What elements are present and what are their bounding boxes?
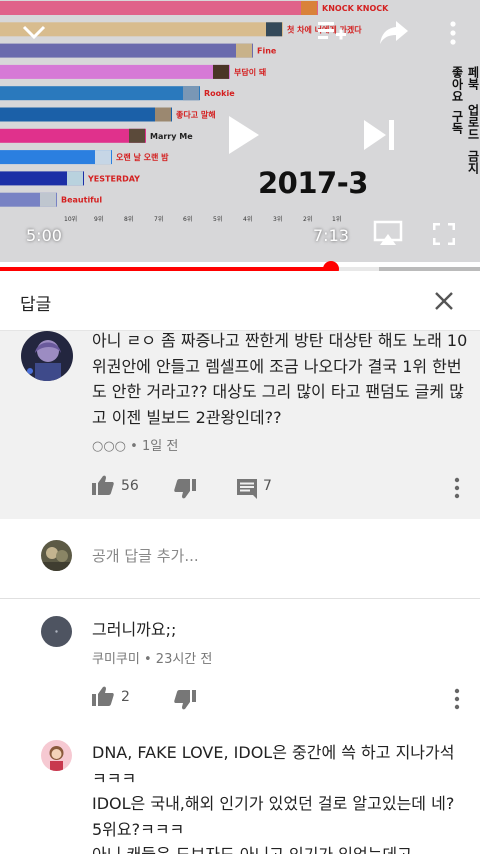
- chart-tick-label: 1위: [332, 216, 342, 223]
- chart-bar-thumbnail: [266, 22, 282, 37]
- reply-text: DNA, FAKE LOVE, IDOL은 중간에 쓱 하고 지나가석ㅋㅋㅋ I…: [92, 743, 455, 854]
- side-menu-upload: 페북 업로드 금지: [466, 66, 480, 174]
- chart-bar-thumbnail: [67, 171, 83, 186]
- chart-bar: [0, 128, 146, 143]
- add-reply-row[interactable]: 공개 답글 추가...: [0, 519, 480, 599]
- video-player[interactable]: KNOCK KNOCK첫 차에 너에게 가겠다Fine부담이 돼Rookie좋다…: [0, 0, 480, 262]
- reply-text: 그러니까요;;: [92, 620, 177, 639]
- chart-bar-label: 좋다고 말해: [176, 110, 216, 120]
- chart-bar: [0, 86, 200, 101]
- current-time: 5:00: [26, 226, 62, 245]
- duration: 7:13: [313, 226, 349, 245]
- comment-author[interactable]: ○○○: [92, 439, 126, 454]
- chart-bar: [0, 107, 172, 122]
- chart-bar-thumbnail: [301, 1, 317, 15]
- chart-bar-thumbnail: [40, 192, 56, 207]
- avatar[interactable]: [41, 740, 72, 771]
- reply-item: 그러니까요;; 쿠미쿠미 • 23시간 전 2: [0, 600, 480, 728]
- reply-menu-icon[interactable]: [452, 688, 462, 710]
- chart-tick-label: 2위: [303, 216, 313, 223]
- avatar[interactable]: [21, 331, 73, 381]
- chart-bar-label: KNOCK KNOCK: [322, 4, 389, 13]
- chart-bar-thumbnail: [95, 150, 111, 165]
- next-track-icon[interactable]: [362, 118, 396, 152]
- chart-bar-thumbnail: [129, 128, 145, 143]
- replies-header: 답글: [0, 271, 480, 331]
- like-icon[interactable]: [92, 475, 114, 495]
- fullscreen-icon[interactable]: [433, 223, 455, 245]
- more-options-icon[interactable]: [446, 20, 460, 46]
- add-reply-input[interactable]: 공개 답글 추가...: [92, 545, 199, 566]
- comment-text: 아니 ㄹㅇ 좀 짜증나고 짠한게 방탄 대상탄 해도 노래 10위권안에 안들고…: [92, 331, 468, 427]
- reply-comment-icon[interactable]: [237, 479, 257, 499]
- reply-time: 23시간 전: [155, 652, 213, 667]
- minimize-chevron-icon[interactable]: [20, 18, 48, 46]
- dislike-icon[interactable]: [174, 479, 196, 499]
- chart-tick-label: 8위: [124, 216, 134, 223]
- chart-bar-thumbnail: [183, 86, 199, 101]
- chart-bar-thumbnail: [213, 64, 229, 79]
- reply-item: DNA, FAKE LOVE, IDOL은 중간에 쓱 하고 지나가석ㅋㅋㅋ I…: [0, 728, 480, 854]
- play-icon[interactable]: [226, 114, 262, 156]
- chart-bar-label: Fine: [257, 47, 277, 56]
- chart-tick-label: 5위: [213, 216, 223, 223]
- chart-bar-label: Rookie: [204, 89, 235, 98]
- chart-x-ticks: 10위 9위 8위 7위 6위 5위 4위 3위 2위 1위: [0, 214, 480, 224]
- like-icon[interactable]: [92, 686, 114, 706]
- replies-title: 답글: [20, 295, 52, 315]
- chart-tick-label: 9위: [94, 216, 104, 223]
- chart-bar-label: 오랜 날 오랜 밤: [116, 152, 169, 162]
- chart-bar: [0, 64, 230, 79]
- side-menu-like: 좋아요 구독: [450, 66, 464, 134]
- chart-tick-label: 4위: [243, 216, 253, 223]
- chart-bar-thumbnail: [236, 43, 252, 58]
- chart-bar-label: 부담이 돼: [234, 67, 266, 77]
- reply-author[interactable]: 쿠미쿠미: [92, 652, 140, 667]
- cast-icon[interactable]: [373, 220, 403, 248]
- chart-tick-label: 7위: [154, 216, 164, 223]
- meta-separator: •: [143, 652, 156, 667]
- dislike-icon[interactable]: [174, 690, 196, 710]
- chart-tick-label: 10위: [64, 216, 78, 223]
- reply-meta: 쿠미쿠미 • 23시간 전: [92, 648, 212, 667]
- chart-tick-label: 6위: [183, 216, 193, 223]
- meta-separator: •: [130, 439, 142, 454]
- like-count: 56: [121, 478, 139, 494]
- share-icon[interactable]: [378, 18, 410, 46]
- add-to-playlist-icon[interactable]: [316, 18, 346, 46]
- chart-period-label: 2017-3: [258, 166, 368, 200]
- avatar[interactable]: [41, 616, 72, 647]
- chart-bar-thumbnail: [155, 107, 171, 122]
- chart-bar: [0, 1, 318, 15]
- chart-bar-label: Marry Me: [150, 132, 193, 141]
- chart-tick-label: 3위: [273, 216, 283, 223]
- comment-menu-icon[interactable]: [452, 477, 462, 499]
- chart-bar-label: YESTERDAY: [87, 174, 140, 183]
- like-count: 2: [121, 689, 130, 705]
- close-icon[interactable]: [428, 285, 460, 317]
- my-avatar: [41, 540, 72, 571]
- comment-time: 1일 전: [141, 439, 179, 454]
- parent-comment: 아니 ㄹㅇ 좀 짜증나고 짠한게 방탄 대상탄 해도 노래 10위권안에 안들고…: [0, 331, 480, 519]
- chart-bar-label: Beautiful: [61, 196, 102, 205]
- reply-count: 7: [263, 478, 272, 494]
- comment-meta: ○○○ • 1일 전: [92, 435, 178, 454]
